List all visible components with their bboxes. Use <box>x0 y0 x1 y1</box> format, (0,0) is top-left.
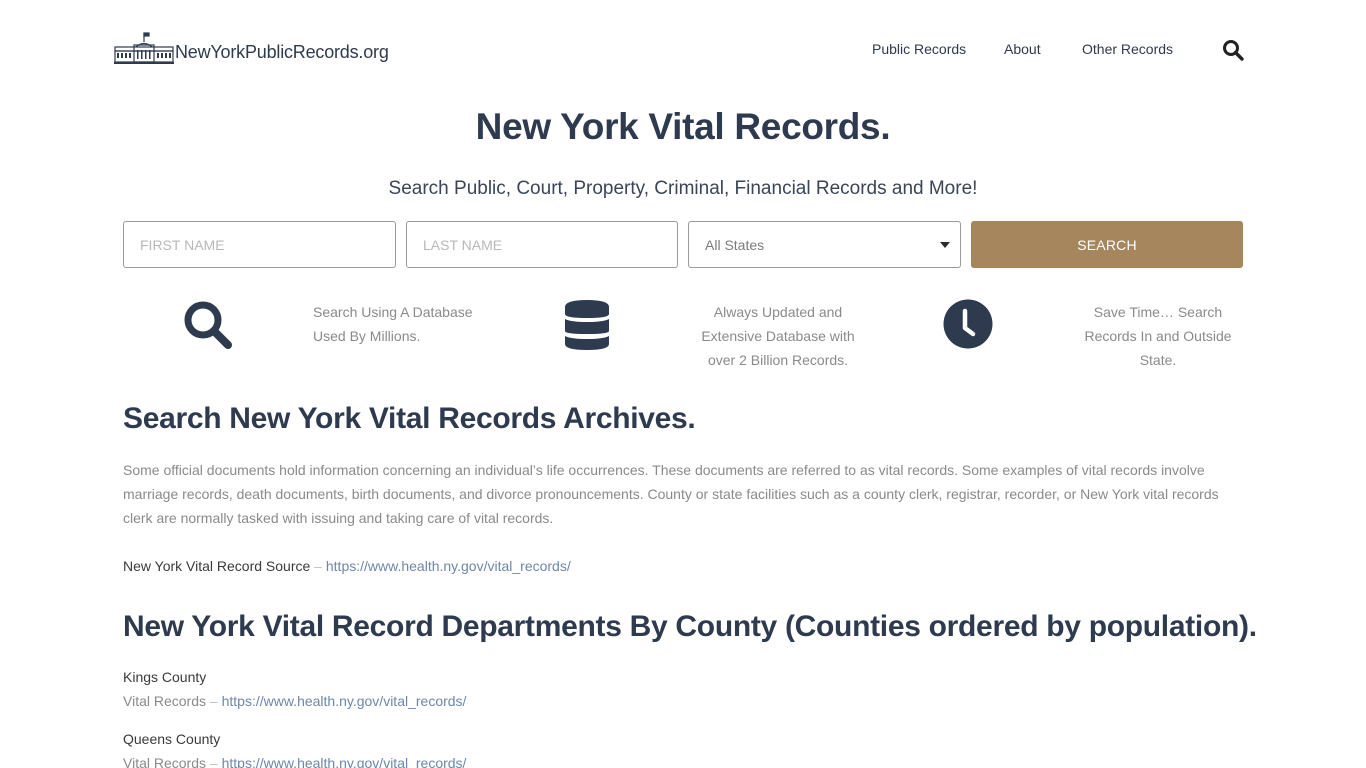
last-name-input[interactable] <box>406 221 678 268</box>
feature-text: Always Updated and Extensive Database wi… <box>701 304 855 368</box>
county-item: Kings County Vital Records – https://www… <box>123 665 466 713</box>
archives-description: Some official documents hold information… <box>123 462 1219 526</box>
capitol-building-icon <box>114 32 174 64</box>
county-label: Vital Records <box>123 693 207 709</box>
departments-heading: New York Vital Record Departments By Cou… <box>123 610 1257 643</box>
county-detail: Vital Records – https://www.health.ny.go… <box>123 689 466 713</box>
search-icon[interactable] <box>1222 39 1244 61</box>
site-logo[interactable]: NewYorkPublicRecords.org <box>114 31 389 64</box>
county-link[interactable]: https://www.health.ny.gov/vital_records/ <box>222 755 467 768</box>
state-select[interactable]: All States <box>688 221 961 268</box>
nav-about[interactable]: About <box>1004 41 1041 57</box>
source-link[interactable]: https://www.health.ny.gov/vital_records/ <box>326 558 571 574</box>
county-link[interactable]: https://www.health.ny.gov/vital_records/ <box>222 693 467 709</box>
site-header: NewYorkPublicRecords.org Public Records … <box>0 0 1366 100</box>
clock-icon <box>943 299 993 349</box>
logo-text: NewYorkPublicRecords.org <box>175 42 389 62</box>
county-name: Queens County <box>123 731 221 747</box>
database-icon <box>565 300 609 350</box>
county-item: Queens County Vital Records – https://ww… <box>123 727 466 768</box>
page-title: New York Vital Records. <box>475 106 891 147</box>
county-detail: Vital Records – https://www.health.ny.go… <box>123 751 466 768</box>
page-subtitle: Search Public, Court, Property, Criminal… <box>388 178 978 199</box>
archives-heading: Search New York Vital Records Archives. <box>123 402 696 435</box>
first-name-input[interactable] <box>123 221 396 268</box>
feature-text: Search Using A Database Used By Millions… <box>313 304 473 344</box>
source-line: New York Vital Record Source – https://w… <box>123 554 571 578</box>
search-button[interactable]: SEARCH <box>971 221 1243 268</box>
state-select-value: All States <box>705 237 765 253</box>
nav-other-records[interactable]: Other Records <box>1082 41 1173 57</box>
separator: – <box>206 755 222 768</box>
county-label: Vital Records <box>123 755 207 768</box>
feature-text: Save Time… Search Records In and Outside… <box>1084 304 1232 368</box>
caret-down-icon <box>940 242 950 248</box>
nav-public-records[interactable]: Public Records <box>872 41 966 57</box>
county-name: Kings County <box>123 669 207 685</box>
search-icon <box>184 301 232 349</box>
separator: – <box>206 693 222 709</box>
source-label: New York Vital Record Source <box>123 558 311 574</box>
separator: – <box>310 558 326 574</box>
